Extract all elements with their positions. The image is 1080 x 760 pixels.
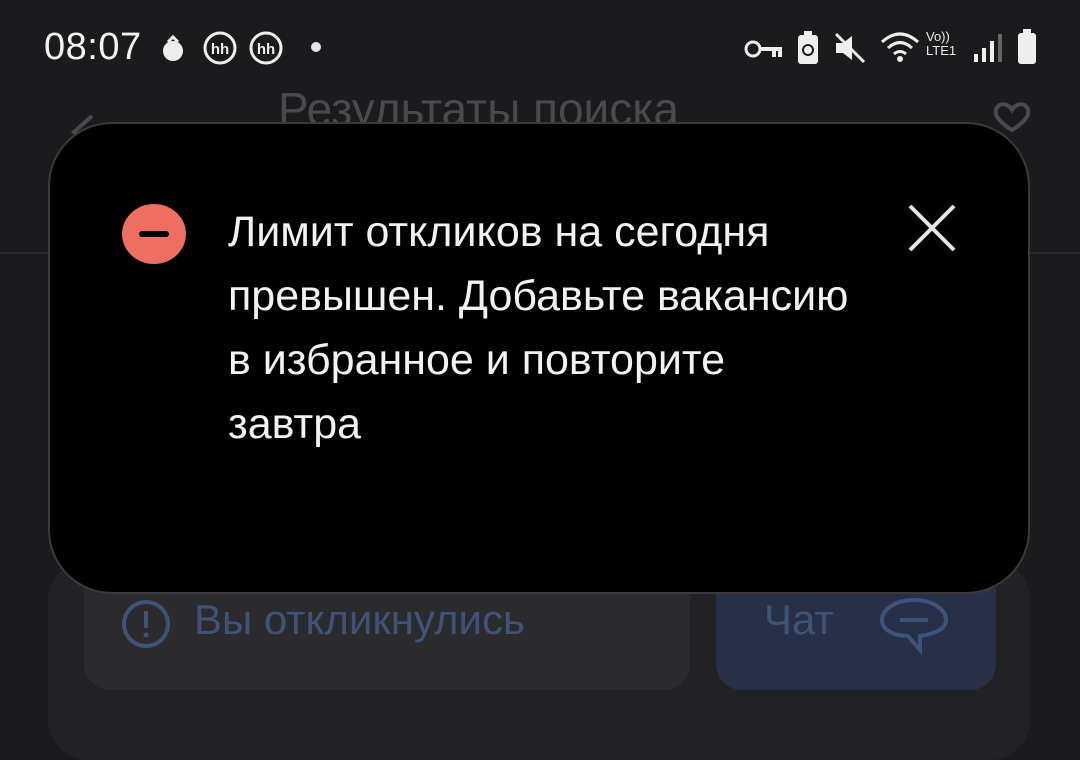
battery-saver-icon	[798, 31, 818, 64]
more-notifications-dot	[311, 42, 321, 52]
signal-icon	[974, 34, 1002, 62]
error-minus-icon	[122, 204, 186, 264]
hh-notification-icon: hh	[203, 31, 237, 65]
svg-text:hh: hh	[257, 41, 275, 58]
battery-icon	[1018, 29, 1036, 64]
network-label: Vo)) LTE1	[926, 29, 957, 58]
wifi-icon	[881, 32, 919, 62]
responded-label: Вы откликнулись	[194, 596, 525, 643]
mute-icon	[834, 32, 866, 64]
hh-notification-icon: hh	[249, 31, 283, 65]
key-icon	[744, 40, 782, 58]
info-exclamation-icon	[122, 600, 170, 648]
chat-label: Чат	[764, 596, 834, 643]
status-bar: 08:07 hh hh Vo)) LTE1	[0, 0, 1080, 90]
status-time: 08:07	[44, 26, 142, 68]
close-icon[interactable]	[902, 198, 962, 258]
svg-text:hh: hh	[211, 41, 229, 58]
error-toast: Лимит откликов на сегодня превышен. Доба…	[50, 124, 1028, 592]
toast-message: Лимит откликов на сегодня превышен. Доба…	[228, 208, 849, 448]
chat-bubble-icon	[879, 597, 949, 656]
pokemon-notification-icon	[163, 34, 183, 61]
